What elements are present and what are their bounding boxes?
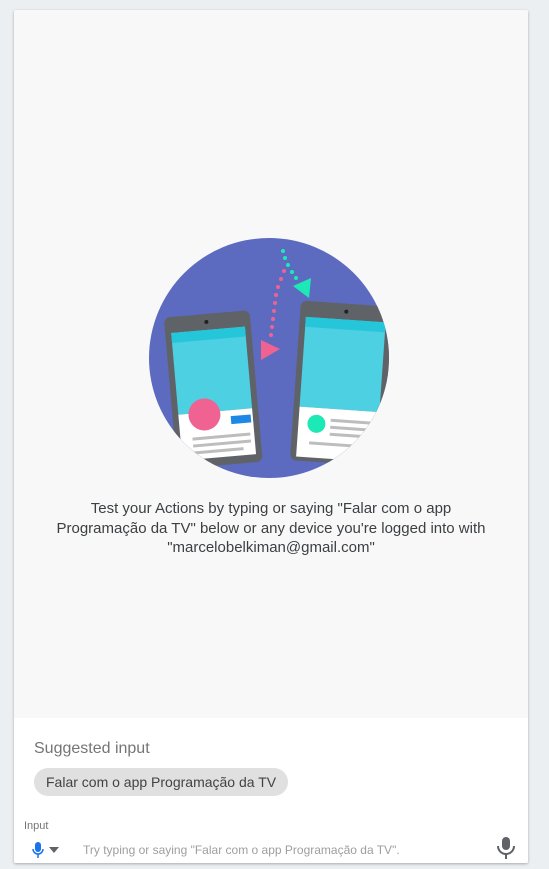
input-area: Suggested input Falar com o app Programa… xyxy=(14,718,528,863)
voice-input-button[interactable] xyxy=(494,835,518,861)
suggested-input-title: Suggested input xyxy=(34,740,150,757)
mic-icon xyxy=(32,842,44,858)
left-phone-illustration xyxy=(164,310,263,469)
right-phone-illustration xyxy=(290,300,389,467)
input-label: Input xyxy=(24,820,49,832)
phones-conversation-illustration xyxy=(149,238,389,478)
query-input[interactable] xyxy=(81,836,517,863)
simulator-panel: Test your Actions by typing or saying "F… xyxy=(14,10,528,863)
suggestion-chip[interactable]: Falar com o app Programação da TV xyxy=(34,768,289,796)
intro-message: Test your Actions by typing or saying "F… xyxy=(56,500,486,556)
hero-area: Test your Actions by typing or saying "F… xyxy=(14,10,528,718)
mic-icon xyxy=(497,837,515,859)
input-mode-selector[interactable] xyxy=(32,835,72,863)
caret-down-icon xyxy=(49,847,59,853)
